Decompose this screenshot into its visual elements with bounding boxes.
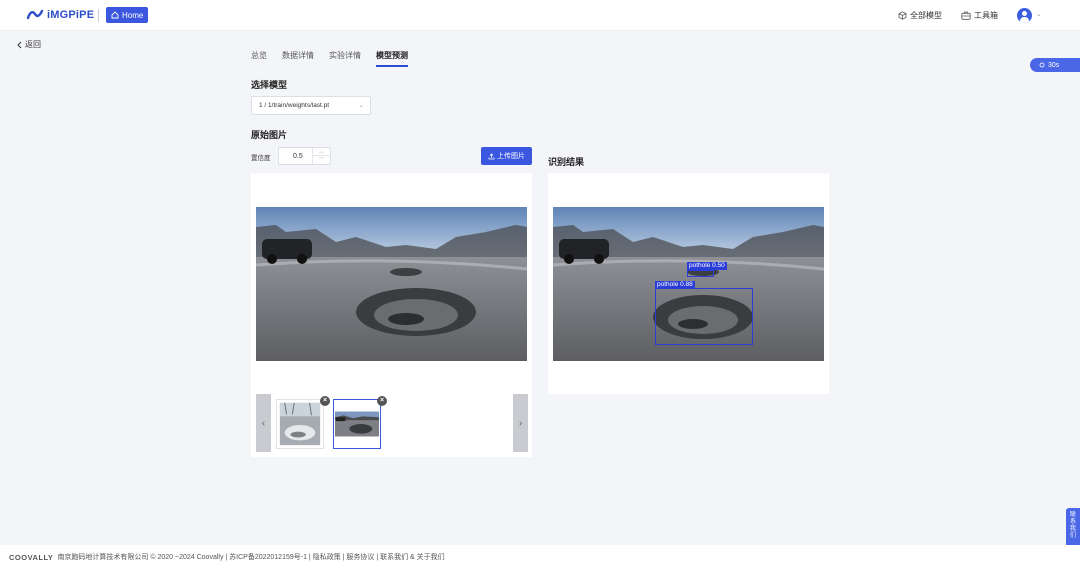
thumbnail-road-puddle[interactable] [276, 399, 324, 449]
tab-experiment-details[interactable]: 实验详情 [329, 50, 361, 67]
upload-image-button[interactable]: 上传图片 [481, 147, 532, 165]
brand-logo[interactable]: iMGPiPE [26, 8, 94, 22]
detection-label: pothole 0.88 [655, 281, 695, 289]
confidence-value[interactable]: 0.5 [293, 153, 303, 160]
thumbnail-prev-button[interactable]: ‹ [256, 394, 271, 452]
decrement-button[interactable]: ﹀ [313, 156, 330, 164]
home-button[interactable]: Home [106, 7, 149, 23]
brand-name: iMGPiPE [47, 9, 95, 21]
home-label: Home [122, 10, 144, 20]
avatar-head-shape [1022, 11, 1027, 16]
refresh-timer[interactable]: 30s [1030, 58, 1080, 72]
contact-label: 联系我们 [1069, 512, 1076, 539]
model-select-value: 1 / 1/train/weights/last.pt [259, 102, 330, 109]
detail-tabs: 总览 数据详情 实验详情 模型预测 [251, 50, 408, 67]
road-pothole-image [334, 400, 380, 448]
upload-icon [488, 152, 495, 159]
road-puddle-image [277, 400, 323, 448]
increment-button[interactable]: ︿ [313, 148, 330, 156]
model-select[interactable]: 1 / 1/train/weights/last.pt ⌄ [251, 96, 371, 115]
imgpipe-logo-icon [26, 9, 44, 20]
cube-icon [898, 11, 907, 20]
nav-all-models[interactable]: 全部模型 [898, 10, 942, 21]
tab-overview[interactable]: 总览 [251, 50, 267, 67]
confidence-stepper[interactable]: 0.5 ︿ ﹀ [278, 147, 331, 165]
footer-brand: COOVALLY [9, 552, 54, 562]
detection-box [687, 270, 714, 277]
footer-copyright: 南京跑码地计算技术有限公司 © 2020 ~2024 Coovally | 苏I… [57, 554, 445, 561]
back-label: 返回 [25, 40, 41, 49]
nav-toolbox-label: 工具箱 [974, 11, 998, 20]
upload-label: 上传图片 [497, 153, 525, 160]
original-image-title: 原始图片 [251, 130, 288, 140]
chevron-left-icon [17, 41, 22, 48]
select-model-title: 选择模型 [251, 80, 288, 90]
detection-label: pothole 0.50 [687, 262, 727, 270]
detection-box [655, 288, 753, 345]
thumbnail-road-pothole[interactable] [333, 399, 381, 449]
refresh-icon [1039, 62, 1045, 68]
nav-toolbox[interactable]: 工具箱 [961, 10, 998, 21]
confidence-label: 置信度 [251, 155, 271, 162]
thumbnail-next-button[interactable]: › [513, 394, 528, 452]
back-link[interactable]: 返回 [16, 39, 41, 50]
nav-all-models-label: 全部模型 [910, 11, 942, 20]
tab-data-details[interactable]: 数据详情 [282, 50, 314, 67]
header-divider [98, 9, 99, 22]
chevron-down-icon: ⌄ [358, 102, 364, 109]
road-pothole-image [256, 207, 527, 361]
remove-thumbnail-icon[interactable]: × [377, 396, 387, 406]
stepper-buttons: ︿ ﹀ [312, 148, 330, 164]
user-avatar[interactable] [1017, 8, 1032, 23]
result-title: 识别结果 [548, 157, 585, 167]
top-header: iMGPiPE Home 全部模型 工具箱 ⌄ [0, 0, 1080, 31]
page-footer: COOVALLY 南京跑码地计算技术有限公司 © 2020 ~2024 Coov… [0, 545, 1080, 569]
original-road-photo [256, 207, 527, 361]
tab-model-prediction[interactable]: 模型预测 [376, 50, 408, 67]
avatar-body-shape [1020, 17, 1029, 23]
chevron-down-icon[interactable]: ⌄ [1036, 10, 1042, 18]
remove-thumbnail-icon[interactable]: × [320, 396, 330, 406]
home-icon [111, 11, 119, 19]
briefcase-icon [961, 11, 971, 20]
timer-label: 30s [1048, 61, 1060, 69]
